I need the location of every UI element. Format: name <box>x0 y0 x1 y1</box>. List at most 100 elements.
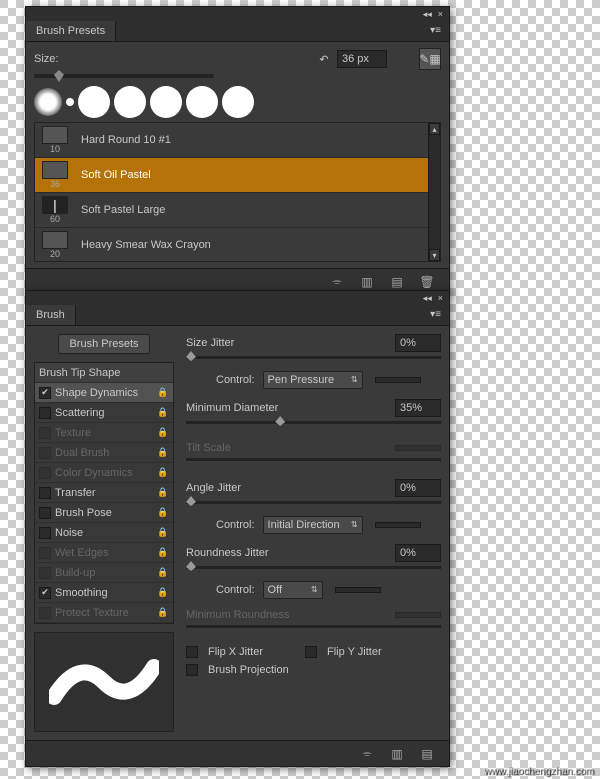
option-checkbox[interactable] <box>39 387 51 399</box>
option-row[interactable]: Color Dynamics🔒 <box>35 463 173 483</box>
lock-icon[interactable]: 🔒 <box>157 567 169 578</box>
brush-thumb[interactable] <box>150 86 182 118</box>
option-row[interactable]: Smoothing🔒 <box>35 583 173 603</box>
brush-settings-body: Brush Presets Brush Tip ShapeShape Dynam… <box>26 326 449 740</box>
option-row[interactable]: Dual Brush🔒 <box>35 443 173 463</box>
angle-jitter-slider[interactable] <box>186 501 441 504</box>
option-checkbox[interactable] <box>39 587 51 599</box>
collapse-icon[interactable]: ◂◂ <box>423 9 432 20</box>
panel-menu-icon[interactable]: ▾≡ <box>422 305 449 325</box>
brush-thumb[interactable] <box>222 86 254 118</box>
collapse-icon[interactable]: ◂◂ <box>423 293 432 304</box>
option-checkbox[interactable] <box>39 487 51 499</box>
lock-icon[interactable]: 🔒 <box>157 427 169 438</box>
option-label: Smoothing <box>55 587 157 599</box>
lock-icon[interactable]: 🔒 <box>157 507 169 518</box>
lock-icon[interactable]: 🔒 <box>157 547 169 558</box>
lock-icon[interactable]: 🔒 <box>157 447 169 458</box>
brush-item[interactable]: |60 Soft Pastel Large <box>35 193 440 228</box>
option-label: Texture <box>55 427 157 439</box>
option-checkbox[interactable] <box>39 507 51 519</box>
option-row[interactable]: Scattering🔒 <box>35 403 173 423</box>
slider-thumb[interactable] <box>54 70 64 82</box>
view-mode-icon[interactable]: ✎▦ <box>419 48 441 70</box>
size-jitter-slider[interactable] <box>186 356 441 359</box>
new-preset-icon[interactable]: ▤ <box>419 746 435 762</box>
min-roundness-label: Minimum Roundness <box>186 609 289 621</box>
panel-menu-icon[interactable]: ▾≡ <box>422 21 449 41</box>
flip-row: Flip X Jitter Flip Y Jitter <box>186 646 441 658</box>
option-checkbox[interactable] <box>39 407 51 419</box>
brush-thumb[interactable] <box>114 86 146 118</box>
control-select[interactable]: Initial Direction⇅ <box>263 516 363 534</box>
close-icon[interactable]: × <box>438 9 443 19</box>
control-extra-value[interactable] <box>375 377 421 383</box>
option-checkbox[interactable] <box>39 527 51 539</box>
close-icon[interactable]: × <box>438 293 443 303</box>
tab-brush-presets[interactable]: Brush Presets <box>26 21 116 41</box>
min-diameter-slider[interactable] <box>186 421 441 424</box>
panel-tabs: Brush Presets ▾≡ <box>26 21 449 42</box>
lock-icon[interactable]: 🔒 <box>157 387 169 398</box>
reset-icon[interactable]: ↶ <box>317 53 331 66</box>
lock-icon[interactable]: 🔒 <box>157 487 169 498</box>
option-label: Build-up <box>55 567 157 579</box>
scroll-up-icon[interactable]: ▴ <box>429 123 440 135</box>
scroll-down-icon[interactable]: ▾ <box>429 249 440 261</box>
slider-thumb[interactable] <box>186 351 196 361</box>
new-preset-icon[interactable]: ▤ <box>389 274 405 290</box>
control-extra-value[interactable] <box>375 522 421 528</box>
brush-projection-checkbox[interactable] <box>186 664 198 676</box>
angle-jitter-value[interactable]: 0% <box>395 479 441 497</box>
brush-thumb[interactable] <box>34 88 62 116</box>
brush-thumbs-row <box>34 86 441 118</box>
brush-item[interactable]: 20 Heavy Smear Wax Crayon <box>35 228 440 262</box>
preset-manager-icon[interactable]: ▥ <box>389 746 405 762</box>
lock-icon[interactable]: 🔒 <box>157 607 169 618</box>
brush-thumb[interactable] <box>186 86 218 118</box>
lock-icon[interactable]: 🔒 <box>157 407 169 418</box>
roundness-jitter-slider[interactable] <box>186 566 441 569</box>
brush-thumb[interactable] <box>66 98 74 106</box>
control-select[interactable]: Pen Pressure⇅ <box>263 371 363 389</box>
brush-item[interactable]: 10 Hard Round 10 #1 <box>35 123 440 158</box>
min-diameter-label: Minimum Diameter <box>186 402 278 414</box>
slider-thumb[interactable] <box>275 416 285 426</box>
option-row[interactable]: Build-up🔒 <box>35 563 173 583</box>
option-row[interactable]: Wet Edges🔒 <box>35 543 173 563</box>
control-extra-value[interactable] <box>335 587 381 593</box>
size-jitter-value[interactable]: 0% <box>395 334 441 352</box>
slider-thumb[interactable] <box>186 496 196 506</box>
flip-x-checkbox[interactable] <box>186 646 198 658</box>
option-row[interactable]: Shape Dynamics🔒 <box>35 383 173 403</box>
option-row[interactable]: Noise🔒 <box>35 523 173 543</box>
option-row[interactable]: Brush Pose🔒 <box>35 503 173 523</box>
lock-icon[interactable]: 🔒 <box>157 587 169 598</box>
control-select[interactable]: Off⇅ <box>263 581 323 599</box>
option-row[interactable]: Protect Texture🔒 <box>35 603 173 623</box>
toggle-icon[interactable]: ⌯ <box>359 746 375 762</box>
option-row[interactable]: Texture🔒 <box>35 423 173 443</box>
roundness-jitter-value[interactable]: 0% <box>395 544 441 562</box>
size-slider[interactable] <box>34 74 214 78</box>
tab-brush[interactable]: Brush <box>26 305 76 325</box>
option-row[interactable]: Brush Tip Shape <box>35 363 173 383</box>
brush-thumb[interactable] <box>78 86 110 118</box>
flip-y-checkbox[interactable] <box>305 646 317 658</box>
lock-icon[interactable]: 🔒 <box>157 467 169 478</box>
scrollbar[interactable]: ▴ ▾ <box>428 123 440 261</box>
slider-thumb[interactable] <box>186 561 196 571</box>
tilt-scale-value <box>395 445 441 451</box>
option-row[interactable]: Transfer🔒 <box>35 483 173 503</box>
control-label: Control: <box>216 374 255 386</box>
size-value[interactable]: 36 px <box>337 50 387 68</box>
lock-icon[interactable]: 🔒 <box>157 527 169 538</box>
brush-presets-button[interactable]: Brush Presets <box>58 334 149 354</box>
min-diameter-value[interactable]: 35% <box>395 399 441 417</box>
option-label: Transfer <box>55 487 157 499</box>
toggle-icon[interactable]: ⌯ <box>329 274 345 290</box>
preset-manager-icon[interactable]: ▥ <box>359 274 375 290</box>
trash-icon[interactable]: 🗑 <box>419 274 435 290</box>
brush-item-selected[interactable]: 36 Soft Oil Pastel <box>35 158 440 193</box>
option-label: Brush Pose <box>55 507 157 519</box>
